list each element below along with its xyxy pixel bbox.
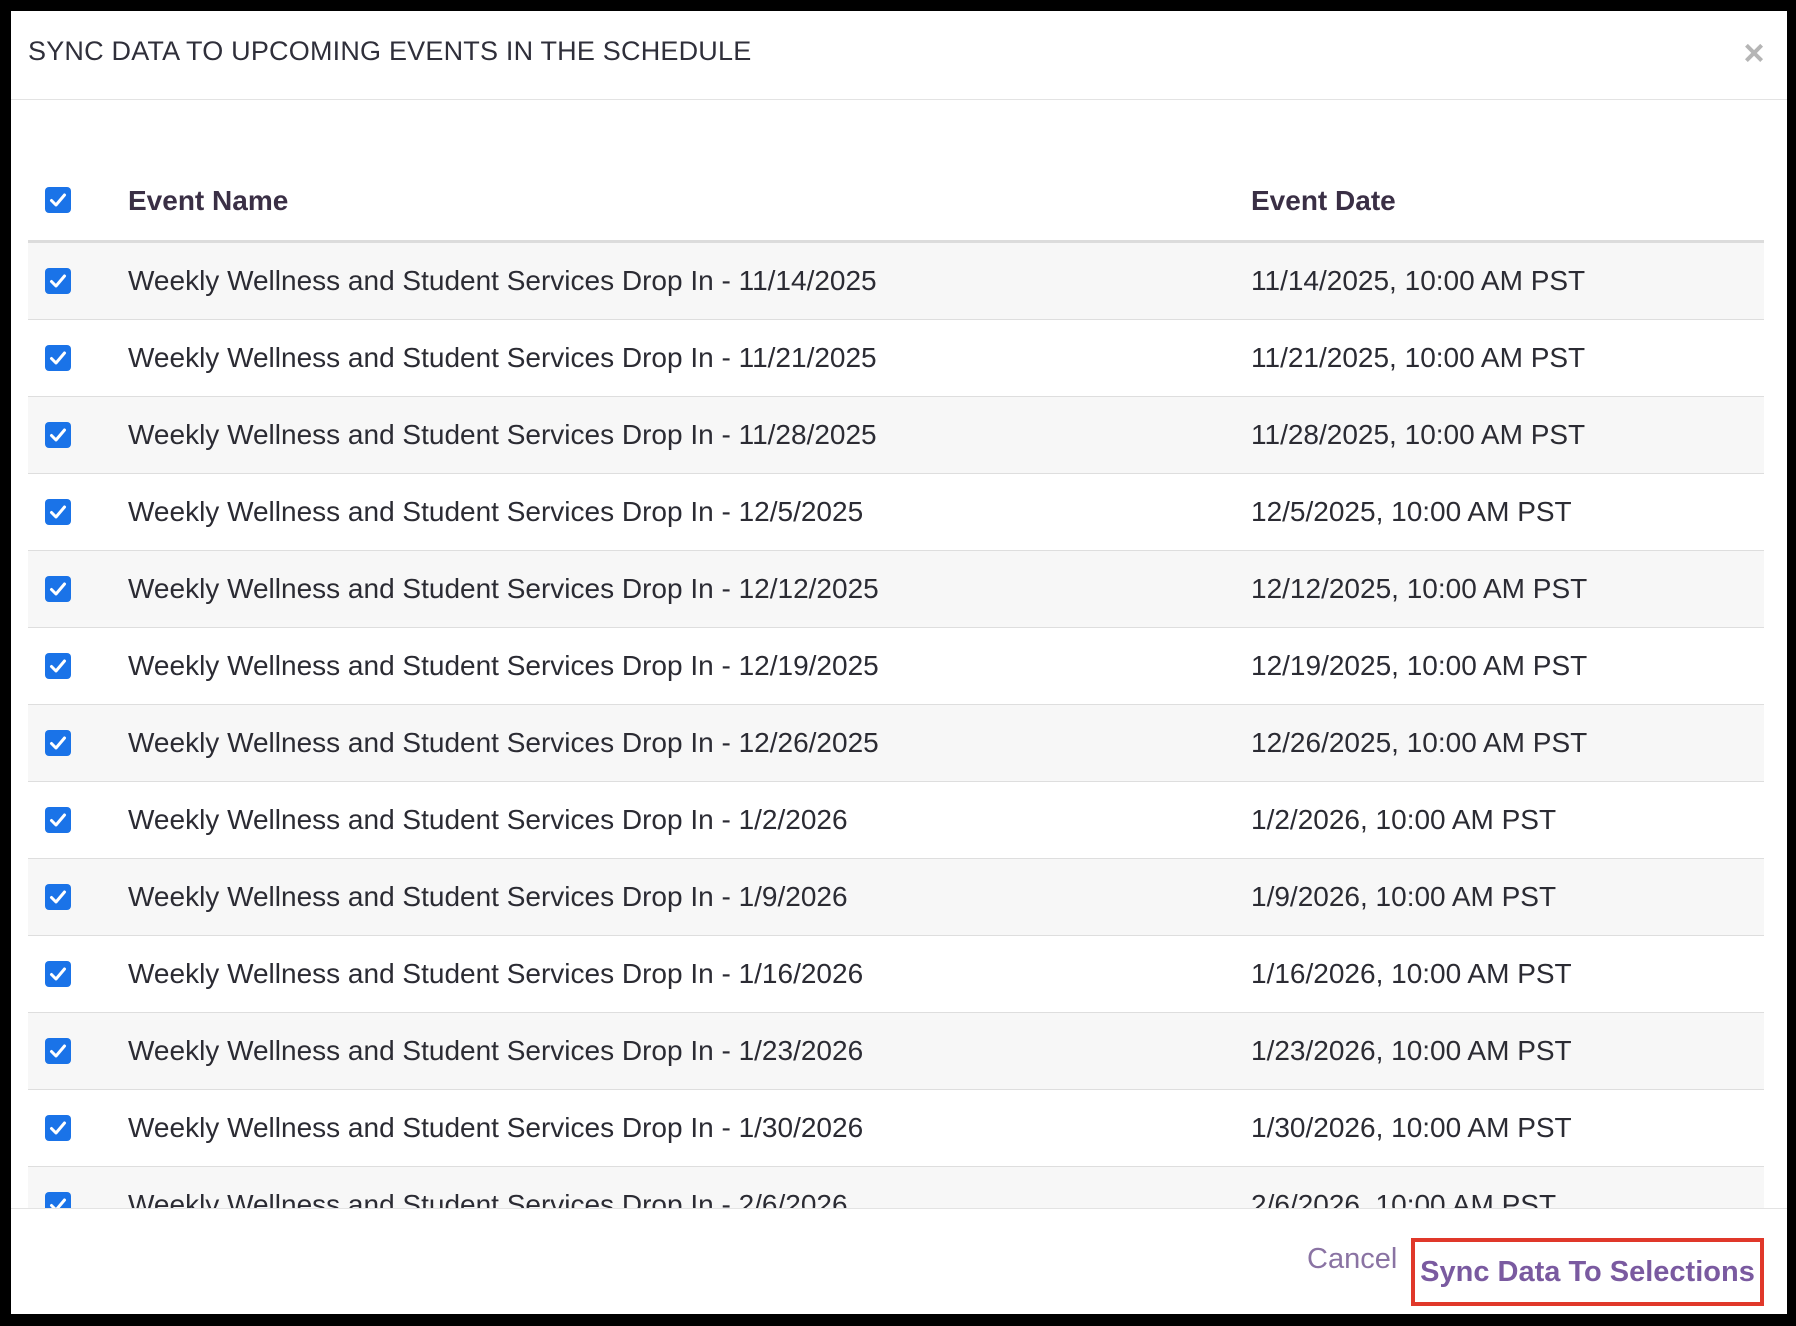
event-name-cell: Weekly Wellness and Student Services Dro… [128,1189,848,1208]
modal-footer: Cancel Sync Data To Selections [11,1208,1787,1314]
row-checkbox[interactable] [45,345,71,371]
column-header-event-name[interactable]: Event Name [128,185,288,217]
table-row[interactable]: Weekly Wellness and Student Services Dro… [28,474,1764,551]
row-checkbox[interactable] [45,499,71,525]
event-name-cell: Weekly Wellness and Student Services Dro… [128,727,879,758]
event-name-cell: Weekly Wellness and Student Services Dro… [128,342,877,373]
row-checkbox[interactable] [45,884,71,910]
event-date-cell: 12/26/2025, 10:00 AM PST [1251,727,1588,758]
row-checkbox[interactable] [45,1192,71,1208]
row-checkbox[interactable] [45,653,71,679]
table-row[interactable]: Weekly Wellness and Student Services Dro… [28,628,1764,705]
table-row[interactable]: Weekly Wellness and Student Services Dro… [28,243,1764,320]
cancel-button[interactable]: Cancel [1307,1243,1397,1276]
column-header-event-date[interactable]: Event Date [1251,185,1396,217]
checkmark-icon [50,736,66,750]
checkmark-icon [50,1198,66,1208]
event-name-cell: Weekly Wellness and Student Services Dro… [128,650,879,681]
sync-modal: SYNC DATA TO UPCOMING EVENTS IN THE SCHE… [11,11,1787,1314]
table-header: Event Name Event Date [28,161,1764,243]
row-checkbox[interactable] [45,730,71,756]
checkmark-icon [50,813,66,827]
modal-title: SYNC DATA TO UPCOMING EVENTS IN THE SCHE… [28,36,752,66]
table-row[interactable]: Weekly Wellness and Student Services Dro… [28,705,1764,782]
row-checkbox[interactable] [45,268,71,294]
modal-body: Event Name Event Date Weekly Wellness an… [11,101,1787,1208]
event-date-cell: 1/23/2026, 10:00 AM PST [1251,1035,1572,1066]
checkmark-icon [50,659,66,673]
checkmark-icon [50,351,66,365]
event-name-cell: Weekly Wellness and Student Services Dro… [128,496,864,527]
table-row[interactable]: Weekly Wellness and Student Services Dro… [28,320,1764,397]
select-all-checkbox[interactable] [45,187,71,213]
event-name-cell: Weekly Wellness and Student Services Dro… [128,573,879,604]
events-table: Event Name Event Date Weekly Wellness an… [28,161,1764,1208]
row-checkbox[interactable] [45,961,71,987]
event-date-cell: 1/30/2026, 10:00 AM PST [1251,1112,1572,1143]
table-row[interactable]: Weekly Wellness and Student Services Dro… [28,859,1764,936]
table-row[interactable]: Weekly Wellness and Student Services Dro… [28,1013,1764,1090]
event-date-cell: 11/14/2025, 10:00 AM PST [1251,265,1586,296]
table-body: Weekly Wellness and Student Services Dro… [28,243,1764,1208]
checkmark-icon [50,890,66,904]
row-checkbox[interactable] [45,807,71,833]
event-name-cell: Weekly Wellness and Student Services Dro… [128,958,864,989]
event-name-cell: Weekly Wellness and Student Services Dro… [128,1035,864,1066]
checkmark-icon [50,274,66,288]
table-row[interactable]: Weekly Wellness and Student Services Dro… [28,551,1764,628]
row-checkbox[interactable] [45,1115,71,1141]
checkmark-icon [50,582,66,596]
event-date-cell: 1/16/2026, 10:00 AM PST [1251,958,1572,989]
modal-header: SYNC DATA TO UPCOMING EVENTS IN THE SCHE… [11,11,1787,100]
checkmark-icon [50,1044,66,1058]
row-checkbox[interactable] [45,576,71,602]
row-checkbox[interactable] [45,422,71,448]
table-row[interactable]: Weekly Wellness and Student Services Dro… [28,397,1764,474]
checkmark-icon [50,967,66,981]
event-name-cell: Weekly Wellness and Student Services Dro… [128,1112,864,1143]
checkmark-icon [50,505,66,519]
event-date-cell: 12/19/2025, 10:00 AM PST [1251,650,1588,681]
table-row[interactable]: Weekly Wellness and Student Services Dro… [28,782,1764,859]
event-date-cell: 2/6/2026, 10:00 AM PST [1251,1189,1557,1208]
close-icon[interactable]: × [1738,35,1770,71]
table-row[interactable]: Weekly Wellness and Student Services Dro… [28,1167,1764,1208]
row-checkbox[interactable] [45,1038,71,1064]
checkmark-icon [50,1121,66,1135]
event-name-cell: Weekly Wellness and Student Services Dro… [128,265,877,296]
table-row[interactable]: Weekly Wellness and Student Services Dro… [28,1090,1764,1167]
checkmark-icon [50,193,66,207]
event-date-cell: 12/5/2025, 10:00 AM PST [1251,496,1572,527]
checkmark-icon [50,428,66,442]
table-row[interactable]: Weekly Wellness and Student Services Dro… [28,936,1764,1013]
event-name-cell: Weekly Wellness and Student Services Dro… [128,804,848,835]
event-date-cell: 1/2/2026, 10:00 AM PST [1251,804,1557,835]
event-date-cell: 12/12/2025, 10:00 AM PST [1251,573,1588,604]
event-name-cell: Weekly Wellness and Student Services Dro… [128,881,848,912]
sync-data-to-selections-button[interactable]: Sync Data To Selections [1411,1238,1764,1306]
event-date-cell: 1/9/2026, 10:00 AM PST [1251,881,1557,912]
event-date-cell: 11/21/2025, 10:00 AM PST [1251,342,1586,373]
event-name-cell: Weekly Wellness and Student Services Dro… [128,419,877,450]
event-date-cell: 11/28/2025, 10:00 AM PST [1251,419,1586,450]
